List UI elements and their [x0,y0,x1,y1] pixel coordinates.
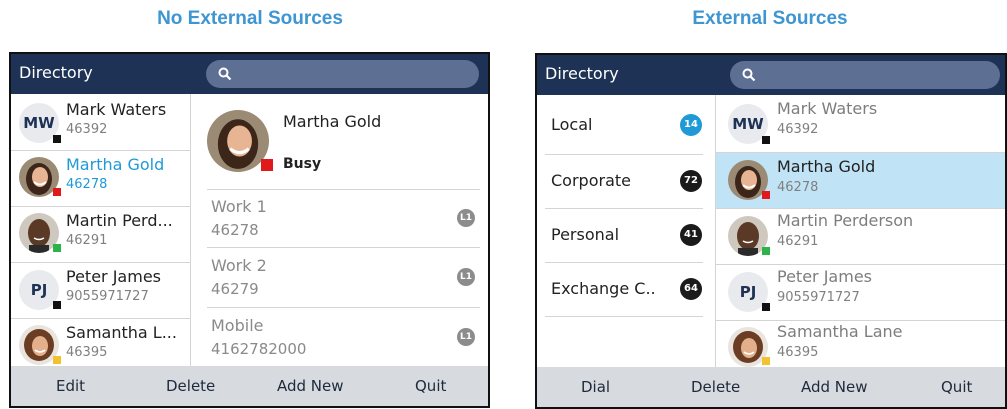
count-badge: 72 [680,170,702,192]
title-bar: Directory [537,55,1005,95]
status-indicator [53,135,61,143]
status-indicator [53,356,61,364]
field-value: 4162782000 [211,340,307,358]
contact-name: Mark Waters [777,99,878,118]
softkey-quit[interactable]: Quit [941,378,972,396]
contact-number: 46392 [777,122,819,137]
contact-row-martha-gold[interactable]: Martha Gold 46278 [11,151,190,207]
contact-number: 46278 [777,180,819,195]
contact-number: 46278 [66,177,108,192]
status-indicator [762,136,770,144]
contact-number: 9055971727 [66,289,149,304]
contact-number: 46291 [777,234,819,249]
softkey-delete[interactable]: Delete [691,378,740,396]
field-label: Work 2 [211,256,267,275]
contact-row-martha-gold[interactable]: Martha Gold 46278 [716,153,1005,209]
search-field[interactable] [730,61,1000,89]
source-label: Local [551,115,593,134]
contact-name: Martin Perderson [777,211,914,230]
detail-status-indicator [261,159,273,171]
status-indicator [53,244,61,252]
search-icon [742,68,756,82]
source-label: Personal [551,225,620,244]
detail-avatar [207,110,269,172]
title-bar: Directory [11,54,488,94]
source-local[interactable]: Local 14 [537,99,712,151]
line-icon: L1 [457,268,475,286]
source-personal[interactable]: Personal 41 [537,209,712,261]
contact-row-martin-perderson[interactable]: Martin Perd... 46291 [11,207,190,263]
status-indicator [762,247,770,255]
softkey-add-new[interactable]: Add New [277,377,344,395]
contact-number: 46392 [66,122,108,137]
field-label: Work 1 [211,197,267,216]
softkey-quit[interactable]: Quit [415,377,446,395]
directory-title: Directory [545,64,619,83]
right-phone-screen: Directory Local 14 Corporate 72 Personal… [535,53,1007,409]
contact-row-peter-james[interactable]: PJ Peter James 9055971727 [11,263,190,319]
contact-row-peter-james[interactable]: PJ Peter James 9055971727 [716,265,1005,321]
source-exchange[interactable]: Exchange C.. 64 [537,263,712,315]
line-icon: L1 [457,328,475,346]
right-caption: External Sources [692,8,848,29]
softkey-add-new[interactable]: Add New [801,378,868,396]
detail-status-text: Busy [283,156,322,172]
count-badge: 41 [680,224,702,246]
count-badge: 14 [680,114,702,136]
source-label: Exchange C.. [551,279,656,298]
softkey-bar: Edit Delete Add New Quit [11,366,488,406]
contact-name: Martha Gold [66,155,165,174]
contact-name: Martha Gold [777,157,876,176]
contact-name: Samantha L... [66,323,177,342]
field-value: 46279 [211,280,259,298]
softkey-bar: Dial Delete Add New Quit [537,367,1005,407]
contact-name: Samantha Lane [777,322,903,341]
contact-number: 46395 [66,345,108,360]
field-label: Mobile [211,316,264,335]
softkey-dial[interactable]: Dial [581,378,610,396]
status-indicator [53,188,61,196]
contact-name: Martin Perd... [66,211,173,230]
contact-name: Peter James [777,267,872,286]
status-indicator [762,357,770,365]
status-indicator [762,303,770,311]
search-field[interactable] [206,60,479,88]
status-indicator [762,191,770,199]
field-value: 46278 [211,221,259,239]
softkey-delete[interactable]: Delete [166,377,215,395]
contact-row-mark-waters[interactable]: MW Mark Waters 46392 [716,97,1005,153]
left-caption: No External Sources [157,8,343,29]
contact-number: 46395 [777,345,819,360]
source-corporate[interactable]: Corporate 72 [537,155,712,207]
softkey-edit[interactable]: Edit [56,377,85,395]
contact-name: Peter James [66,267,161,286]
line-icon: L1 [457,209,475,227]
count-badge: 64 [680,278,702,300]
contact-name: Mark Waters [66,100,167,119]
contact-row-martin-perderson[interactable]: Martin Perderson 46291 [716,209,1005,265]
contact-number: 9055971727 [777,290,860,305]
source-label: Corporate [551,171,631,190]
contact-number: 46291 [66,233,108,248]
contact-row-mark-waters[interactable]: MW Mark Waters 46392 [11,96,190,152]
search-icon [218,67,232,81]
directory-title: Directory [19,63,93,82]
status-indicator [53,301,61,309]
left-phone-screen: Directory MW Mark Waters 46392 Martha Go… [9,52,490,408]
detail-name: Martha Gold [283,112,382,131]
